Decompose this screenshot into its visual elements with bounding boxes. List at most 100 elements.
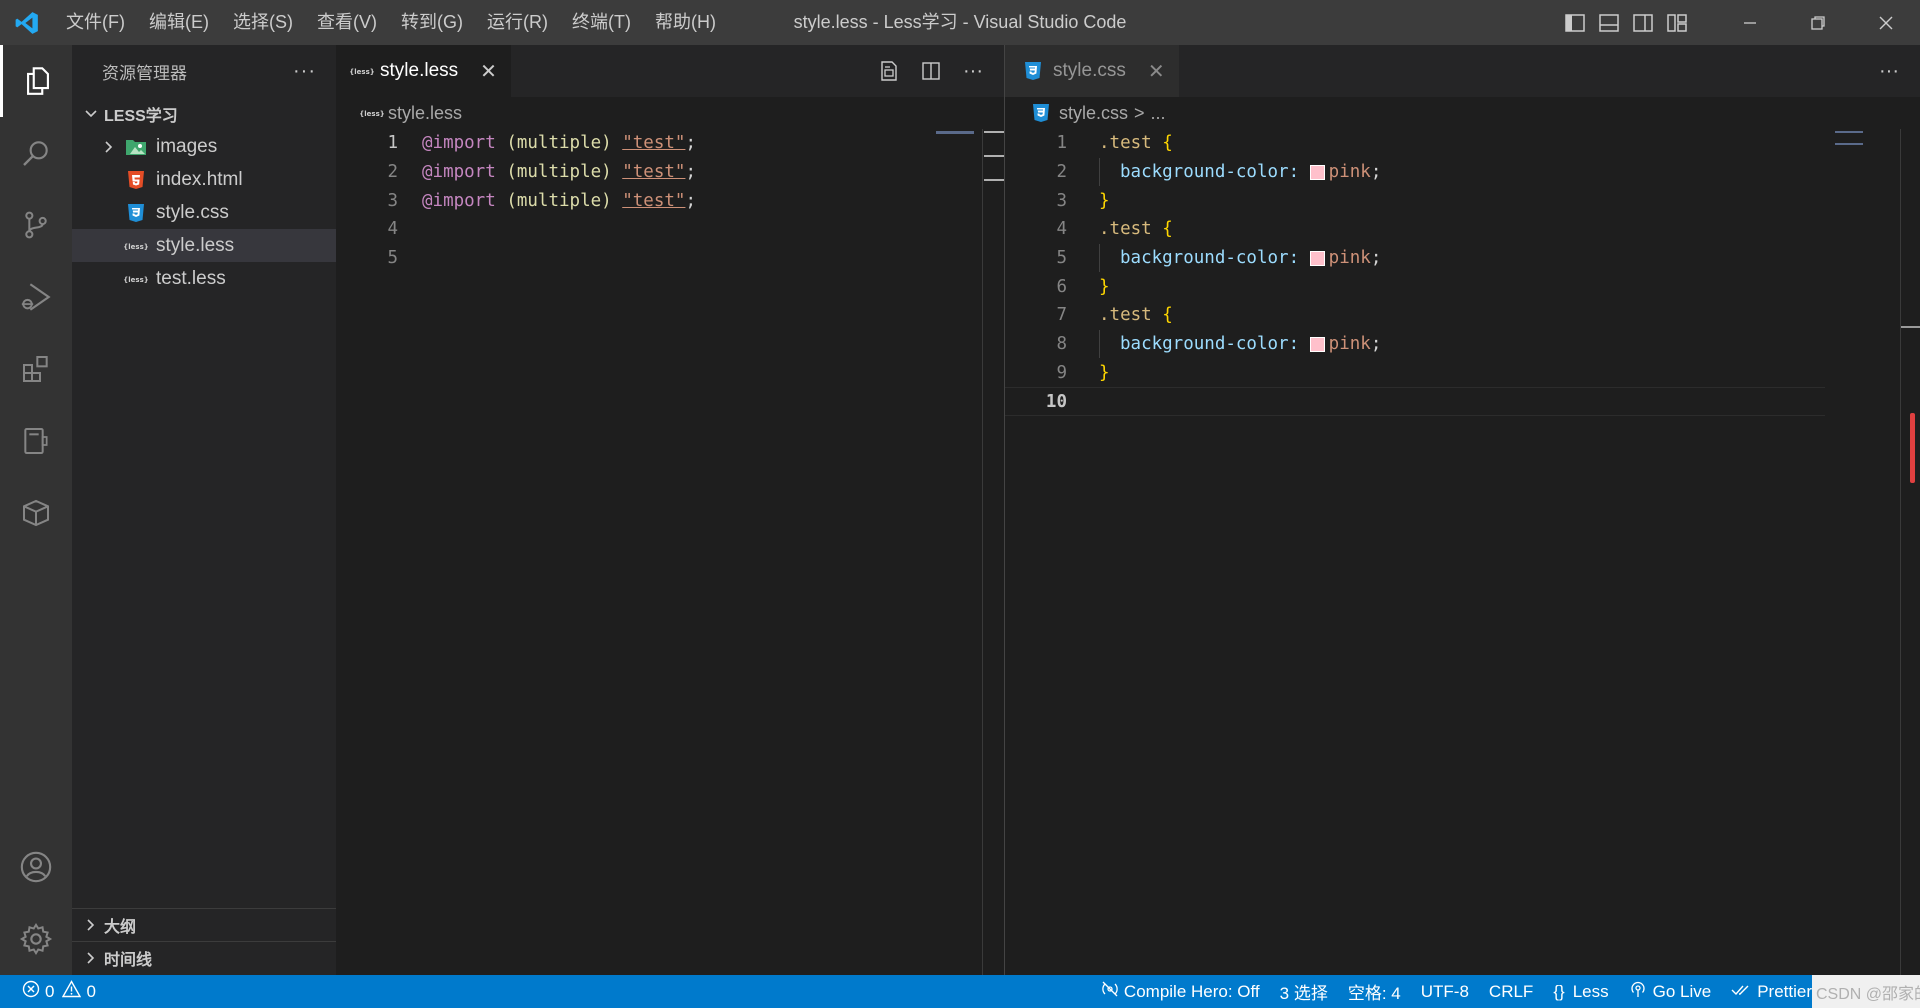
token-value: pink [1328,162,1371,183]
split-editor-icon[interactable] [910,45,952,97]
account-icon[interactable] [0,831,72,903]
vscode-logo-icon[interactable] [0,0,54,45]
search-icon[interactable] [0,117,72,189]
svg-text:{less}: {less} [350,68,374,76]
token-brace: } [1099,190,1110,211]
code-editor-right[interactable]: 1 .test { 2 background-color: pink; 3} 4 .t… [1005,129,1920,416]
prettier-status[interactable]: Prettier [1721,975,1812,1008]
toggle-secondary-sidebar-icon[interactable] [1626,0,1660,45]
tree-item-test-less[interactable]: {less} test.less [72,262,336,295]
less-file-icon: {less} [124,267,148,291]
tree-item-style-css[interactable]: style.css [72,196,336,229]
breadcrumb-symbols[interactable]: ... [1151,103,1166,124]
chevron-right-icon [80,951,102,965]
menu-view[interactable]: 查看(V) [305,0,389,45]
breadcrumb-file[interactable]: style.less [388,103,462,124]
tree-item-label: style.less [156,234,235,256]
code-line: 3} [1005,186,1920,215]
vertical-scrollbar-track[interactable] [982,129,983,975]
svg-text:{less}: {less} [124,243,148,251]
warning-count: 0 [86,981,96,1001]
code-line: 4 .test { [1005,215,1920,244]
color-swatch[interactable] [1309,336,1325,352]
tab-style-css[interactable]: style.css ✕ [1005,45,1179,97]
code-line: 2 @import (multiple) "test"; [336,158,1004,187]
token-semicolon: ; [1370,162,1382,183]
menu-terminal[interactable]: 终端(T) [560,0,643,45]
token-option: (multiple) [506,133,612,154]
source-control-icon[interactable] [0,189,72,261]
indentation-status[interactable]: 空格: 4 [1338,975,1411,1008]
color-swatch[interactable] [1309,164,1325,180]
token-brace: } [1099,362,1110,383]
scrollbar-marker [984,155,1004,157]
token-selector: .test [1099,219,1152,240]
line-number: 6 [1056,276,1067,297]
token-semicolon: ; [685,133,696,154]
scrollbar-marker [984,179,1004,181]
token-selector: .test [1099,305,1152,326]
menu-edit[interactable]: 编辑(E) [137,0,221,45]
toggle-panel-icon[interactable] [1592,0,1626,45]
token-string: "test" [622,162,686,183]
toggle-primary-sidebar-icon[interactable] [1558,0,1592,45]
editor-more-actions[interactable]: ··· [1868,45,1910,97]
encoding-status[interactable]: UTF-8 [1411,975,1479,1008]
svg-text:{less}: {less} [124,276,148,284]
tab-close-icon[interactable]: ✕ [480,59,497,84]
line-number: 2 [387,162,398,183]
extensions-icon[interactable] [0,333,72,405]
close-window-icon[interactable] [1852,0,1920,45]
double-check-icon [1731,982,1751,1002]
open-preview-icon[interactable] [868,45,910,97]
selection-status[interactable]: 3 选择 [1270,975,1338,1008]
remote-explorer-icon[interactable] [0,405,72,477]
tree-item-images-folder[interactable]: images [72,130,336,163]
menu-file[interactable]: 文件(F) [54,0,137,45]
eol-status[interactable]: CRLF [1479,975,1543,1008]
tree-item-style-less[interactable]: {less} style.less [72,229,336,262]
explorer-sidebar: 资源管理器 ··· LESS学习 images index.html style… [72,45,336,975]
run-debug-icon[interactable] [0,261,72,333]
html-file-icon [124,168,148,192]
tab-close-icon[interactable]: ✕ [1148,59,1165,84]
line-number: 10 [1045,391,1067,412]
error-icon [22,980,40,1003]
menu-help[interactable]: 帮助(H) [643,0,728,45]
minimize-icon[interactable] [1716,0,1784,45]
line-number: 3 [1056,190,1067,211]
scrollbar-marker [984,131,1004,133]
customize-layout-icon[interactable] [1660,0,1694,45]
editor-more-actions[interactable]: ··· [952,45,994,97]
package-icon[interactable] [0,477,72,549]
menu-go[interactable]: 转到(G) [389,0,475,45]
tab-style-less[interactable]: {less} style.less ✕ [336,45,511,97]
settings-gear-icon[interactable] [0,903,72,975]
restore-icon[interactable] [1784,0,1852,45]
breadcrumb-separator-icon: > [1134,102,1145,123]
line-number: 4 [1056,219,1067,240]
tree-item-index-html[interactable]: index.html [72,163,336,196]
timeline-section-header[interactable]: 时间线 [72,941,336,974]
go-live-button[interactable]: Go Live [1619,975,1722,1008]
token-brace: { [1162,219,1173,240]
explorer-more-actions[interactable]: ··· [293,60,316,83]
menu-run[interactable]: 运行(R) [475,0,560,45]
explorer-icon[interactable] [0,45,72,117]
workspace-folder-header[interactable]: LESS学习 [72,97,336,130]
line-number: 3 [387,190,398,211]
menu-selection[interactable]: 选择(S) [221,0,305,45]
problems-indicator[interactable]: 0 0 [0,975,106,1008]
less-file-icon: {less} [124,234,148,258]
vertical-scrollbar-track[interactable] [1900,129,1901,975]
minimap[interactable] [936,131,974,134]
minimap[interactable] [1835,131,1863,145]
css-file-icon [1021,59,1045,83]
code-editor-left[interactable]: 1 @import (multiple) "test"; 2 @import (… [336,129,1004,272]
css-file-icon [1029,101,1053,125]
breadcrumb-file[interactable]: style.css [1059,103,1128,124]
color-swatch[interactable] [1309,250,1325,266]
compile-hero-status[interactable]: Compile Hero: Off [1091,975,1270,1008]
language-mode-status[interactable]: {} Less [1543,975,1618,1008]
outline-section-header[interactable]: 大纲 [72,908,336,941]
